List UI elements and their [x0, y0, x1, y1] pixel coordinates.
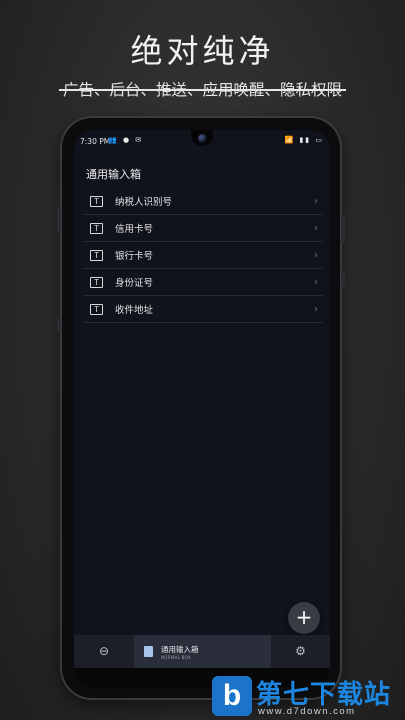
watermark: b 第七下载站 www.d7down.com	[212, 674, 402, 718]
phone-frame: 7:30 PM 👥 ● ✉ 📶 ▮▮ ▭ 通用输入箱 T 纳税人识别号 › T …	[57, 118, 345, 698]
phone-volume-button	[341, 214, 345, 244]
document-icon	[144, 646, 153, 657]
text-field-icon: T	[90, 249, 103, 261]
promo-headline: 绝对纯净	[130, 32, 275, 70]
phone-side-button	[57, 318, 61, 332]
list-item[interactable]: T 收件地址 ›	[83, 296, 323, 323]
nav-settings-tab[interactable]: ⚙	[271, 635, 330, 668]
list-item-label: 收件地址	[115, 305, 154, 316]
list-item[interactable]: T 纳税人识别号 ›	[83, 188, 323, 215]
list-item[interactable]: T 银行卡号 ›	[83, 242, 323, 269]
input-box-list: T 纳税人识别号 › T 信用卡号 › T 银行卡号 › T 身份证号 › T	[83, 188, 323, 323]
text-field-icon: T	[90, 276, 103, 288]
status-time: 7:30 PM	[80, 137, 111, 146]
chevron-right-icon: ›	[314, 223, 318, 234]
list-item[interactable]: T 信用卡号 ›	[83, 215, 323, 242]
chevron-right-icon: ›	[314, 277, 318, 288]
phone-side-button	[57, 206, 61, 232]
text-field-icon: T	[90, 303, 103, 315]
lock-icon: ⊖	[98, 644, 110, 658]
gear-icon: ⚙	[295, 644, 306, 658]
camera-icon	[198, 134, 207, 143]
add-button[interactable]: +	[288, 602, 320, 634]
list-item-label: 信用卡号	[115, 224, 154, 235]
chevron-right-icon: ›	[314, 250, 318, 261]
nav-normal-box-tab[interactable]: 通用输入箱 NORMAL BOX	[134, 635, 271, 668]
list-item[interactable]: T 身份证号 ›	[83, 269, 323, 296]
text-field-icon: T	[90, 222, 103, 234]
signal-battery-icons: 📶 ▮▮ ▭	[284, 136, 324, 144]
list-item-label: 身份证号	[115, 278, 154, 289]
nav-tab-subtitle: NORMAL BOX	[161, 655, 191, 660]
chevron-right-icon: ›	[314, 196, 318, 207]
bottom-nav: ⊖ 通用输入箱 NORMAL BOX ⚙	[74, 635, 330, 668]
list-item-label: 纳税人识别号	[115, 197, 173, 208]
text-field-icon: T	[90, 195, 103, 207]
watermark-url: www.d7down.com	[258, 706, 356, 717]
app-screen: 7:30 PM 👥 ● ✉ 📶 ▮▮ ▭ 通用输入箱 T 纳税人识别号 › T …	[74, 130, 330, 688]
nav-tab-title: 通用输入箱	[161, 645, 199, 654]
phone-power-button	[341, 270, 345, 288]
notification-icons: 👥 ● ✉	[108, 136, 144, 144]
list-item-label: 银行卡号	[115, 251, 154, 262]
watermark-logo: b	[212, 676, 252, 716]
nav-lock-tab[interactable]: ⊖	[74, 635, 134, 668]
promo-subheadline-text: 广告、后台、推送、应用唤醒、隐私权限	[58, 78, 347, 100]
page-title: 通用输入箱	[86, 168, 141, 181]
chevron-right-icon: ›	[314, 304, 318, 315]
promo-subheadline: 广告、后台、推送、应用唤醒、隐私权限	[0, 78, 405, 100]
